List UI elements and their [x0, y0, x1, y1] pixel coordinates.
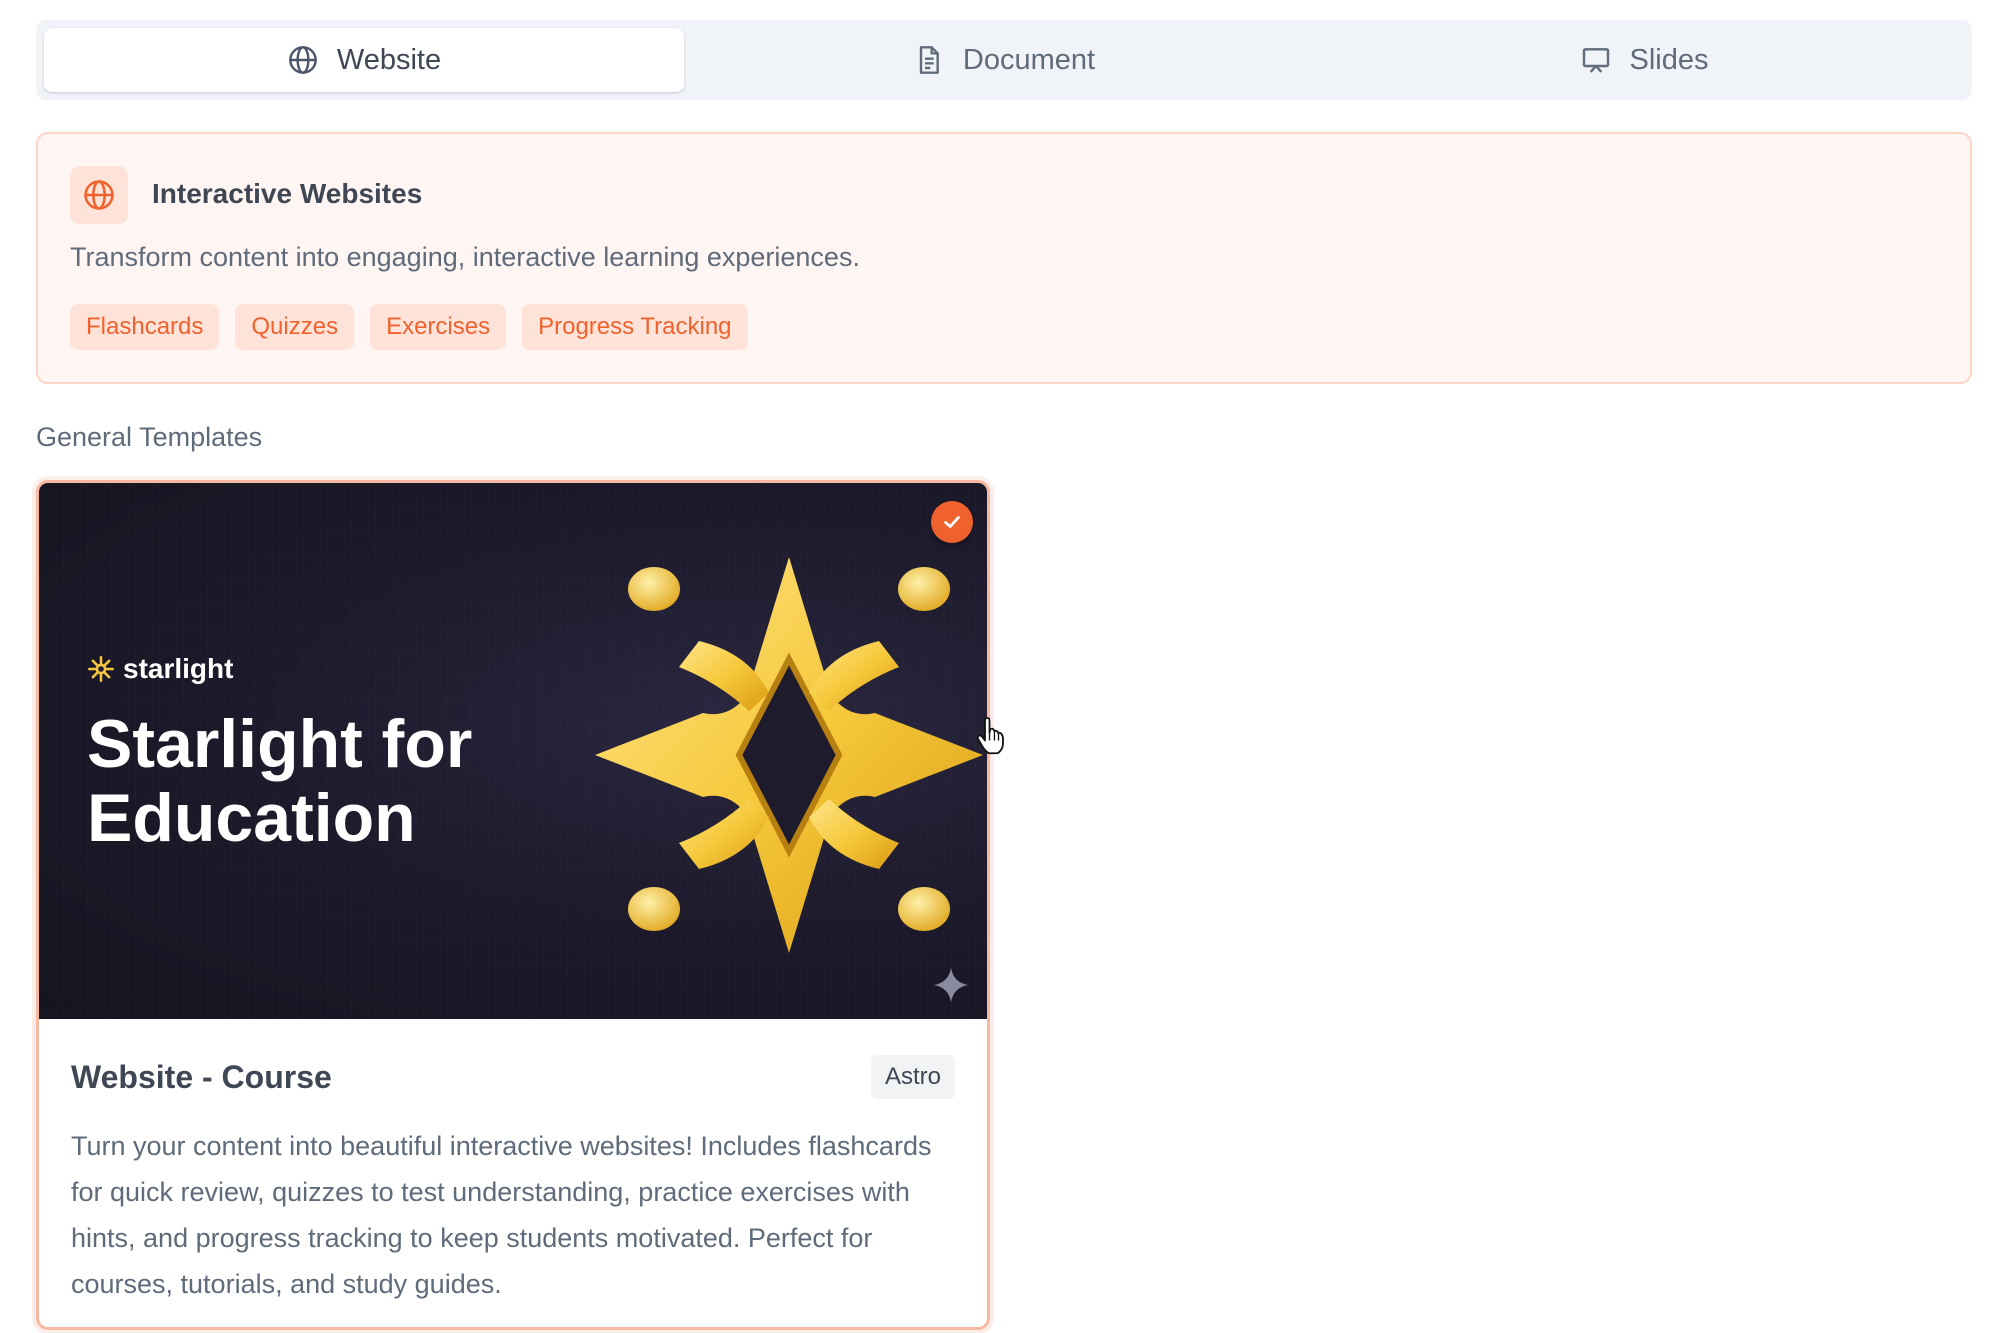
info-description: Transform content into engaging, interac…	[70, 242, 860, 272]
tab-label: Website	[336, 43, 442, 76]
sparkle-icon	[933, 967, 969, 1003]
feature-chips: Flashcards Quizzes Exercises Progress Tr…	[70, 304, 748, 350]
template-thumbnail: starlight Starlight for Education	[39, 483, 987, 1019]
presentation-icon	[1582, 48, 1609, 73]
info-icon-container	[70, 166, 128, 224]
template-picker: Website Document Slides Interactive Webs…	[0, 0, 2000, 1333]
framework-tag: Astro	[870, 1055, 955, 1099]
tab-document[interactable]: Document	[684, 28, 1324, 92]
tab-label: Slides	[1629, 43, 1709, 76]
globe-icon	[84, 180, 114, 210]
template-description: Turn your content into beautiful interac…	[71, 1131, 932, 1299]
feature-chip: Quizzes	[235, 304, 355, 350]
tab-website[interactable]: Website	[44, 28, 684, 92]
sun-icon	[88, 656, 114, 682]
tab-label: Document	[962, 43, 1096, 76]
brand-name: starlight	[123, 653, 234, 684]
selected-check-badge	[931, 501, 973, 543]
star-illustration	[595, 557, 983, 953]
feature-chip: Exercises	[370, 304, 507, 350]
tab-slides[interactable]: Slides	[1324, 28, 1964, 92]
hand-cursor-icon	[976, 717, 1004, 755]
check-icon	[944, 516, 960, 528]
template-card[interactable]: starlight Starlight for Education Websit…	[36, 480, 990, 1330]
thumbnail-brand: starlight	[87, 653, 233, 685]
website-info-panel: Interactive Websites Transform content i…	[36, 132, 1972, 384]
globe-icon	[289, 46, 317, 74]
document-icon	[919, 46, 939, 74]
feature-chip: Progress Tracking	[522, 304, 748, 350]
thumbnail-title: Starlight for Education	[87, 706, 473, 856]
info-title: Interactive Websites	[152, 178, 423, 209]
template-title: Website - Course	[71, 1059, 332, 1095]
section-heading: General Templates	[36, 422, 263, 452]
feature-chip: Flashcards	[70, 304, 220, 350]
output-type-tabs: Website Document Slides	[36, 20, 1972, 100]
